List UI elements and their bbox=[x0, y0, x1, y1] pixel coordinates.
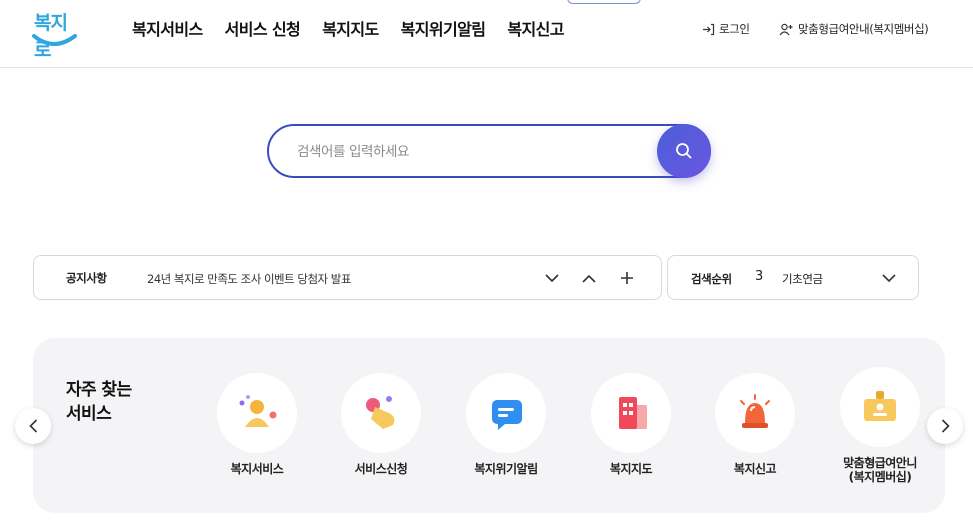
search-input[interactable] bbox=[297, 140, 637, 164]
quick-item-membership[interactable]: 맞춤형급여안니 (복지멤버십) bbox=[825, 367, 935, 484]
quick-item-service-apply[interactable]: 서비스신청 bbox=[326, 373, 436, 476]
carousel-next-button[interactable] bbox=[927, 408, 963, 444]
notice-bar: 공지사항 24년 복지로 만족도 조사 이벤트 당첨자 발표 bbox=[33, 255, 662, 300]
rank-expand-button[interactable] bbox=[879, 268, 899, 288]
quick-item-welfare-map[interactable]: 복지지도 bbox=[576, 373, 686, 476]
top-decoration bbox=[567, 0, 641, 4]
quick-item-welfare-report[interactable]: 복지신고 bbox=[700, 373, 810, 476]
quick-title-line2: 서비스 bbox=[66, 404, 112, 424]
login-label: 로그인 bbox=[719, 22, 750, 36]
quick-item-crisis-alert[interactable]: 복지위기알림 bbox=[451, 373, 561, 476]
user-add-icon bbox=[779, 23, 793, 35]
logo-smile-icon bbox=[32, 34, 77, 46]
quick-item-circle bbox=[840, 367, 920, 447]
quick-item-welfare-service[interactable]: 복지서비스 bbox=[202, 373, 312, 476]
chevron-down-icon bbox=[545, 273, 559, 282]
quick-services-title: 자주 찾는 서비스 bbox=[66, 378, 132, 426]
logo[interactable]: 복지로 bbox=[30, 6, 80, 61]
message-icon bbox=[492, 400, 522, 430]
quick-item-label: 복지신고 bbox=[733, 462, 777, 476]
nav-service-apply[interactable]: 서비스 신청 bbox=[225, 16, 301, 40]
quick-item-circle bbox=[715, 373, 795, 453]
quick-item-circle bbox=[466, 373, 546, 453]
member-label: 맞춤형급여안내(복지멤버십) bbox=[798, 22, 929, 36]
person-icon bbox=[239, 395, 277, 427]
plus-icon bbox=[621, 272, 633, 284]
chevron-right-icon bbox=[941, 419, 950, 433]
chevron-down-icon bbox=[882, 273, 896, 282]
header: 복지로 복지서비스 서비스 신청 복지지도 복지위기알림 복지신고 로그인 맞춤… bbox=[0, 0, 973, 68]
quick-item-label-line1: 맞춤형급여안니 bbox=[843, 456, 917, 470]
rank-keyword[interactable]: 기초연금 bbox=[782, 271, 823, 287]
nav-welfare-map[interactable]: 복지지도 bbox=[322, 16, 379, 40]
notice-label: 공지사항 bbox=[66, 271, 107, 285]
hand-tap-icon bbox=[366, 396, 395, 429]
nav-welfare-service[interactable]: 복지서비스 bbox=[132, 16, 203, 40]
member-card-icon bbox=[864, 391, 896, 421]
search-icon bbox=[676, 143, 692, 159]
chevron-left-icon bbox=[28, 419, 37, 433]
quick-item-label: 복지서비스 bbox=[230, 462, 284, 476]
login-link[interactable]: 로그인 bbox=[702, 21, 750, 37]
quick-services-panel: 자주 찾는 서비스 복지서비스 서비스신청 복지위기알림 복지지도 복지신고 맞… bbox=[33, 338, 945, 513]
quick-title-line1: 자주 찾는 bbox=[66, 380, 132, 400]
nav-crisis-alert[interactable]: 복지위기알림 bbox=[401, 16, 486, 40]
nav-welfare-report[interactable]: 복지신고 bbox=[507, 16, 564, 40]
rank-label: 검색순위 bbox=[691, 272, 732, 286]
login-icon bbox=[703, 23, 715, 35]
building-icon bbox=[619, 397, 647, 429]
quick-item-circle bbox=[341, 373, 421, 453]
rank-number: 3 bbox=[755, 269, 764, 284]
carousel-prev-button[interactable] bbox=[15, 408, 51, 444]
chevron-up-icon bbox=[582, 274, 596, 283]
notice-next-button[interactable] bbox=[542, 268, 562, 288]
quick-item-label: 복지지도 bbox=[609, 462, 653, 476]
notice-prev-button[interactable] bbox=[579, 268, 599, 288]
siren-icon bbox=[740, 394, 770, 428]
search-box bbox=[267, 124, 711, 178]
quick-item-label: 서비스신청 bbox=[354, 462, 408, 476]
search-rank-bar: 검색순위 3 기초연금 bbox=[667, 255, 919, 300]
notice-text[interactable]: 24년 복지로 만족도 조사 이벤트 당첨자 발표 bbox=[147, 271, 351, 287]
quick-item-label-line2: (복지멤버십) bbox=[848, 470, 912, 484]
quick-item-circle bbox=[217, 373, 297, 453]
quick-item-label: 맞춤형급여안니 (복지멤버십) bbox=[825, 456, 935, 484]
main-nav: 복지서비스 서비스 신청 복지지도 복지위기알림 복지신고 bbox=[132, 16, 564, 40]
search-button[interactable] bbox=[657, 124, 711, 178]
notice-more-button[interactable] bbox=[617, 268, 637, 288]
quick-item-circle bbox=[591, 373, 671, 453]
quick-item-label: 복지위기알림 bbox=[474, 462, 538, 476]
member-link[interactable]: 맞춤형급여안내(복지멤버십) bbox=[779, 21, 929, 37]
